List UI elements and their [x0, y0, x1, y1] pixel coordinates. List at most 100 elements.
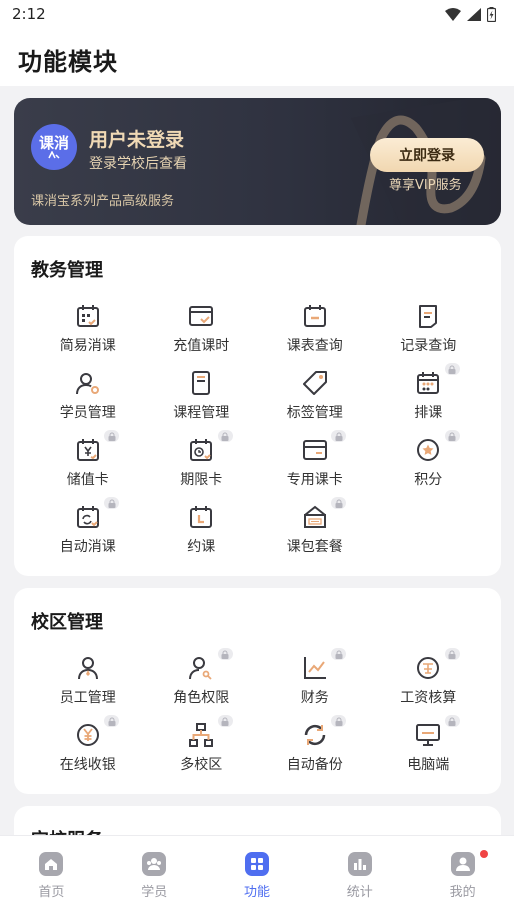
- tab-students[interactable]: 学员: [103, 836, 206, 915]
- function-label: 自动消课: [59, 539, 116, 555]
- avatar-text: 课消: [38, 134, 69, 152]
- tab-label: 首页: [38, 885, 65, 900]
- function-item-record-query[interactable]: 记录查询: [372, 298, 486, 365]
- function-item-online-cashier[interactable]: 在线收银: [31, 715, 145, 784]
- function-label: 期限卡: [180, 472, 223, 488]
- monitor-icon: [416, 724, 441, 746]
- calendar-l-icon: [190, 506, 213, 528]
- function-label: 排课: [414, 405, 443, 421]
- user-gear-icon: [75, 373, 99, 395]
- lock-icon: [104, 430, 119, 442]
- tab-home[interactable]: 首页: [0, 836, 103, 915]
- page-header: 功能模块: [0, 28, 514, 86]
- function-item-term-card[interactable]: 期限卡: [145, 430, 259, 499]
- page-title: 功能模块: [18, 48, 118, 76]
- avatar: 课消: [31, 124, 77, 170]
- status-bar: 2:12: [0, 0, 514, 28]
- function-label: 标签管理: [286, 405, 343, 421]
- lock-icon: [331, 497, 346, 509]
- lock-icon: [217, 648, 233, 660]
- function-label: 充值课时: [173, 338, 230, 354]
- function-label: 多校区: [180, 757, 223, 773]
- org-chart-icon: [189, 723, 214, 747]
- lock-icon: [217, 715, 233, 727]
- scroll-content[interactable]: 课消 用户未登录 登录学校后查看 课消宝系列产品高级服务 立即登录 尊享VIP服…: [0, 98, 514, 835]
- function-label: 学员管理: [59, 405, 116, 421]
- function-item-booking[interactable]: 约课: [145, 499, 259, 566]
- function-label: 在线收银: [59, 757, 116, 773]
- profile-icon: [450, 852, 475, 876]
- function-label: 财务: [300, 690, 329, 706]
- function-item-student-manage[interactable]: 学员管理: [31, 365, 145, 432]
- function-item-stored-value-card[interactable]: 储值卡: [31, 430, 145, 499]
- function-label: 角色权限: [173, 690, 230, 706]
- bar-chart-icon: [347, 852, 372, 876]
- lock-icon: [444, 648, 460, 660]
- function-grid: 员工管理 角色权限 财务 工资核算 在线收银 多校区 自动备份 电脑端: [31, 648, 486, 784]
- vip-service-text: 尊享VIP服务: [389, 178, 462, 193]
- function-label: 课表查询: [286, 338, 343, 354]
- section-campus: 校区管理 员工管理 角色权限 财务 工资核算 在线收银 多校区 自动备份 电脑端: [14, 588, 501, 794]
- function-label: 记录查询: [400, 338, 457, 354]
- function-item-schedule-query[interactable]: 课表查询: [258, 298, 372, 365]
- lock-icon: [444, 363, 460, 375]
- function-label: 工资核算: [400, 690, 457, 706]
- lock-icon: [331, 715, 346, 727]
- function-item-auto-consume[interactable]: 自动消课: [31, 497, 145, 566]
- employee-icon: [77, 657, 98, 680]
- lock-icon: [331, 430, 346, 442]
- section-title: 教务管理: [31, 260, 103, 281]
- function-item-salary[interactable]: 工资核算: [372, 648, 486, 717]
- sale-bag-icon: [303, 505, 326, 528]
- function-item-multi-campus[interactable]: 多校区: [145, 715, 259, 784]
- function-item-simple-consume[interactable]: 简易消课: [31, 298, 145, 365]
- function-item-dedicated-card[interactable]: 专用课卡: [258, 430, 372, 499]
- login-card[interactable]: 课消 用户未登录 登录学校后查看 课消宝系列产品高级服务 立即登录 尊享VIP服…: [14, 98, 501, 225]
- function-grid: 简易消课 充值课时 课表查询 记录查询 学员管理 课程管理 标签管理 排课 储值…: [31, 298, 485, 566]
- home-icon: [39, 852, 64, 876]
- login-card-footer: 课消宝系列产品高级服务: [31, 194, 175, 209]
- tab-label: 统计: [346, 885, 373, 900]
- tab-statistics[interactable]: 统计: [308, 836, 411, 915]
- function-item-auto-backup[interactable]: 自动备份: [258, 715, 372, 784]
- function-item-recharge[interactable]: 充值课时: [145, 298, 259, 365]
- function-item-finance[interactable]: 财务: [258, 648, 372, 717]
- tag-icon: [302, 371, 327, 395]
- star-circle-icon: [417, 439, 440, 461]
- function-item-points[interactable]: 积分: [372, 430, 486, 499]
- wifi-icon: [445, 7, 461, 21]
- login-status-subtitle: 登录学校后查看: [89, 156, 187, 172]
- tab-label: 功能: [243, 885, 270, 900]
- function-item-package[interactable]: 课包套餐: [258, 497, 372, 566]
- function-item-scheduling[interactable]: 排课: [372, 363, 486, 432]
- yen-circle-icon: [76, 724, 99, 746]
- lock-icon: [217, 430, 233, 442]
- calendar-refresh-icon: [76, 506, 99, 528]
- status-time: 2:12: [12, 5, 46, 23]
- tab-functions[interactable]: 功能: [206, 836, 309, 915]
- function-label: 课包套餐: [286, 539, 343, 555]
- function-label: 储值卡: [66, 472, 109, 488]
- sync-icon: [304, 724, 325, 746]
- function-item-desktop[interactable]: 电脑端: [372, 715, 486, 784]
- tab-profile[interactable]: 我的: [411, 836, 514, 915]
- function-item-employee-manage[interactable]: 员工管理: [31, 650, 145, 717]
- lock-icon: [331, 648, 346, 660]
- function-item-course-manage[interactable]: 课程管理: [145, 365, 259, 432]
- salary-icon: [417, 657, 440, 679]
- section-academic: 教务管理 简易消课 充值课时 课表查询 记录查询 学员管理 课程管理 标签管理 …: [14, 236, 501, 576]
- function-label: 自动备份: [286, 757, 343, 773]
- card-icon: [302, 440, 327, 460]
- browser-check-icon: [189, 306, 214, 326]
- students-icon: [142, 852, 167, 876]
- function-item-tag-manage[interactable]: 标签管理: [258, 365, 372, 432]
- function-item-role-permission[interactable]: 角色权限: [145, 648, 259, 717]
- function-label: 约课: [187, 539, 216, 555]
- lock-icon: [444, 430, 460, 442]
- role-key-icon: [189, 657, 212, 680]
- section-title: 完校服务: [31, 826, 103, 835]
- login-button[interactable]: 立即登录: [370, 138, 484, 172]
- grid-icon: [244, 852, 269, 876]
- calendar-clock-icon: [190, 439, 213, 461]
- signal-icon: [467, 7, 481, 21]
